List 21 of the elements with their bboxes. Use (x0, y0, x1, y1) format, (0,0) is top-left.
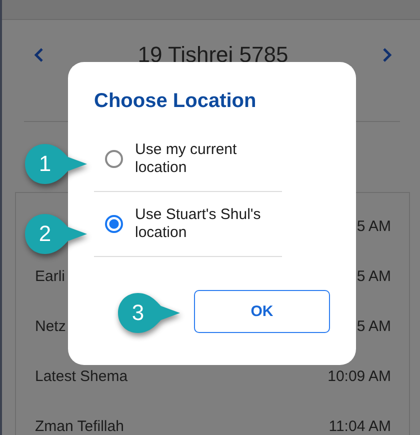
radio-button[interactable] (105, 150, 123, 168)
zman-time: 10:09 AM (328, 368, 391, 384)
dialog-title: Choose Location (94, 90, 258, 113)
zman-name: Netz (35, 318, 66, 334)
zman-time: 5 AM (356, 218, 391, 234)
back-chevron-icon[interactable] (34, 47, 44, 63)
zman-time: 11:04 AM (328, 418, 391, 434)
forward-chevron-icon[interactable] (382, 47, 392, 63)
zman-name: Latest Shema (35, 368, 128, 384)
ok-button[interactable]: OK (194, 290, 330, 333)
step-callout: 3 (117, 292, 181, 334)
step-callout: 1 (24, 143, 88, 185)
option-label[interactable]: Use my current location (135, 141, 285, 177)
option-label[interactable]: Use Stuart's Shul's location (135, 206, 285, 242)
zman-time: 5 AM (356, 318, 391, 334)
step-callout: 2 (24, 213, 88, 255)
zman-name: Zman Tefillah (35, 418, 124, 434)
radio-button[interactable] (105, 215, 123, 233)
zman-name: Earli (35, 268, 66, 284)
zman-time: 5 AM (356, 268, 391, 284)
date-title: 19 Tishrei 5785 (138, 42, 288, 68)
